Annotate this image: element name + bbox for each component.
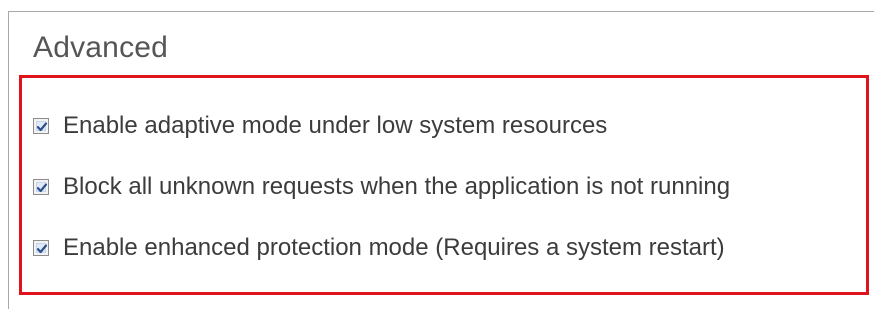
checkbox-checked-icon[interactable] xyxy=(33,118,49,134)
adaptive-mode-option[interactable]: Enable adaptive mode under low system re… xyxy=(33,111,607,141)
section-title: Advanced xyxy=(33,31,169,64)
enhanced-protection-label[interactable]: Enable enhanced protection mode (Require… xyxy=(63,233,725,263)
checkbox-checked-icon[interactable] xyxy=(33,179,49,195)
enhanced-protection-option[interactable]: Enable enhanced protection mode (Require… xyxy=(33,233,725,263)
block-unknown-requests-label[interactable]: Block all unknown requests when the appl… xyxy=(63,172,730,202)
block-unknown-requests-option[interactable]: Block all unknown requests when the appl… xyxy=(33,172,730,202)
adaptive-mode-label[interactable]: Enable adaptive mode under low system re… xyxy=(63,111,607,141)
checkbox-checked-icon[interactable] xyxy=(33,240,49,256)
